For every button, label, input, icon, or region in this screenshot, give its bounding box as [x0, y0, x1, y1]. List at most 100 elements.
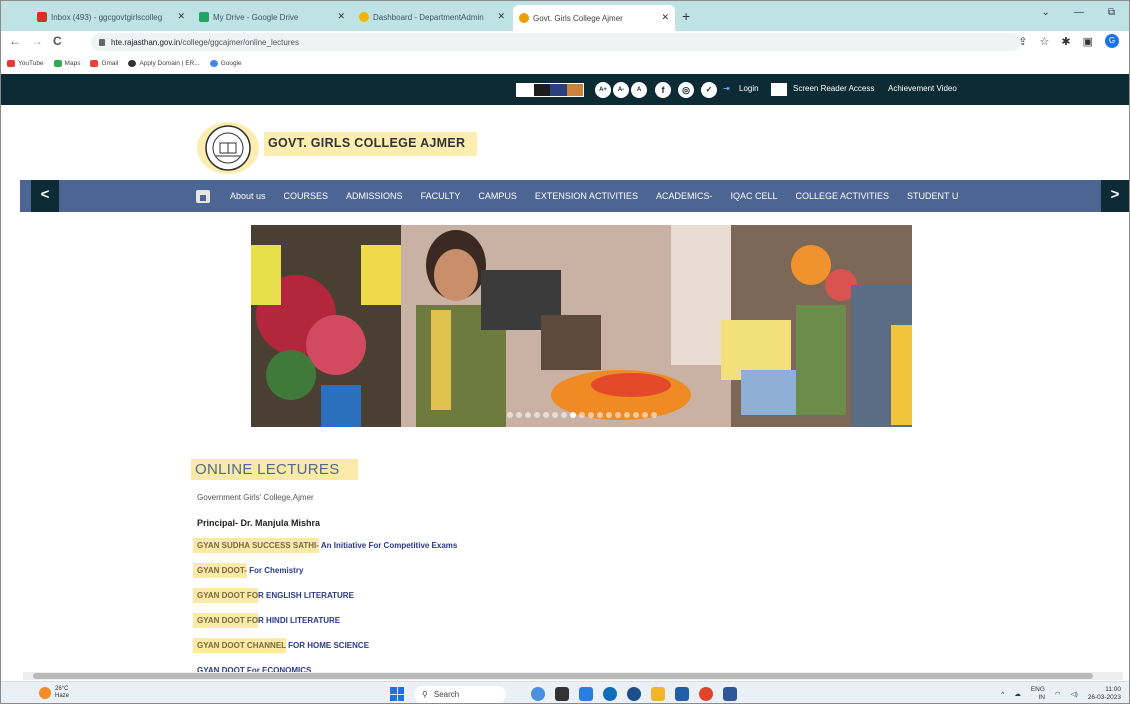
contrast-switcher[interactable] — [516, 83, 584, 97]
font-reset-button[interactable]: A — [631, 82, 647, 98]
bookmark-apply-domain[interactable]: Apply Domain | ER... — [128, 59, 200, 67]
close-icon[interactable]: ✕ — [337, 11, 345, 22]
forward-icon[interactable]: → — [31, 34, 43, 48]
extensions-icon[interactable]: ✱ — [1061, 35, 1070, 48]
tab-drive[interactable]: My Drive - Google Drive ✕ — [193, 7, 351, 27]
contrast-white[interactable] — [517, 84, 534, 96]
new-tab-button[interactable]: + — [682, 8, 690, 24]
lecture-link[interactable]: GYAN SUDHA SUCCESS SATHI- An Initiative … — [193, 538, 457, 553]
college-name[interactable]: GOVT. GIRLS COLLEGE AJMER — [264, 132, 478, 156]
star-icon[interactable]: ☆ — [1040, 35, 1050, 48]
slider-dot[interactable] — [587, 412, 594, 418]
achievement-video-link[interactable]: Achievement Video — [888, 84, 957, 93]
minimize-icon[interactable]: — — [1074, 7, 1084, 18]
tab-college[interactable]: Govt. Girls College Ajmer ✕ — [513, 5, 675, 31]
slider-dot[interactable] — [515, 412, 522, 418]
restore-icon[interactable]: ⧉ — [1108, 7, 1115, 18]
slider-dot-active[interactable] — [569, 412, 576, 418]
nav-item-admissions[interactable]: ADMISSIONS — [346, 191, 403, 201]
volume-icon[interactable]: ◁) — [1071, 690, 1078, 698]
share-icon[interactable]: ⇪ — [1018, 35, 1027, 48]
facebook-icon[interactable]: f — [655, 82, 671, 98]
contrast-blue[interactable] — [550, 84, 567, 96]
font-increase-button[interactable]: A+ — [595, 82, 611, 98]
teams-app-icon[interactable] — [579, 687, 593, 701]
slider-dot[interactable] — [605, 412, 612, 418]
slider-dot[interactable] — [506, 412, 513, 418]
language: ENG — [1030, 686, 1045, 693]
chrome-app-icon[interactable] — [699, 687, 713, 701]
twitter-icon[interactable]: ✓ — [701, 82, 717, 98]
taskbar-search[interactable]: ⚲ Search — [414, 686, 506, 703]
horizontal-scrollbar[interactable] — [23, 672, 1123, 680]
image-slider[interactable] — [251, 225, 912, 427]
nav-item-courses[interactable]: COURSES — [284, 191, 329, 201]
close-icon[interactable]: ✕ — [497, 11, 505, 22]
lecture-link[interactable]: GYAN DOOT CHANNEL FOR HOME SCIENCE — [193, 638, 369, 653]
chevron-up-icon[interactable]: ^ — [1001, 691, 1004, 698]
nav-prev-button[interactable]: < — [31, 180, 59, 212]
scrollbar-thumb[interactable] — [33, 673, 1093, 679]
lecture-link[interactable]: GYAN DOOT- For Chemistry — [193, 563, 303, 578]
edge-app-icon[interactable] — [603, 687, 617, 701]
font-decrease-button[interactable]: A- — [613, 82, 629, 98]
nav-item-student[interactable]: STUDENT U — [907, 191, 958, 201]
screen-reader-link[interactable]: Screen Reader Access — [793, 84, 874, 93]
close-icon[interactable]: ✕ — [661, 12, 669, 23]
address-bar[interactable]: hte.rajasthan.gov.in /college/ggcajmer/o… — [91, 33, 1021, 51]
slider-dot[interactable] — [560, 412, 567, 418]
clock[interactable]: 11:00 26-03-2023 — [1088, 686, 1121, 702]
wifi-icon[interactable]: ◠ — [1055, 690, 1061, 698]
back-icon[interactable]: ← — [9, 34, 21, 48]
bookmark-youtube[interactable]: YouTube — [7, 59, 44, 67]
slider-dot[interactable] — [596, 412, 603, 418]
contrast-black[interactable] — [533, 84, 550, 96]
slider-dot[interactable] — [542, 412, 549, 418]
instagram-icon[interactable]: ◎ — [678, 82, 694, 98]
nav-item-iqac[interactable]: IQAC CELL — [730, 191, 777, 201]
weather-icon[interactable] — [39, 687, 51, 699]
file-explorer-icon[interactable] — [651, 687, 665, 701]
nav-item-about[interactable]: About us — [230, 191, 266, 201]
bookmark-gmail[interactable]: Gmail — [90, 59, 118, 67]
lecture-link[interactable]: GYAN DOOT FOR HINDI LITERATURE — [193, 613, 340, 628]
word-app-icon[interactable] — [723, 687, 737, 701]
slider-dot[interactable] — [533, 412, 540, 418]
tab-gmail[interactable]: Inbox (493) - ggcgovtgirlscolleg ✕ — [31, 7, 191, 27]
task-view-icon[interactable] — [555, 687, 569, 701]
nav-item-extension[interactable]: EXTENSION ACTIVITIES — [535, 191, 638, 201]
contrast-orange[interactable] — [566, 84, 583, 96]
reload-icon[interactable]: C — [53, 34, 62, 48]
weather-widget[interactable]: 26°C Haze — [55, 686, 69, 700]
nav-item-faculty[interactable]: FACULTY — [421, 191, 461, 201]
profile-avatar[interactable]: G — [1105, 34, 1119, 48]
slider-dot[interactable] — [641, 412, 648, 418]
slider-dot[interactable] — [632, 412, 639, 418]
dell-app-icon[interactable] — [627, 687, 641, 701]
nav-item-campus[interactable]: CAMPUS — [478, 191, 517, 201]
nav-next-button[interactable]: > — [1101, 180, 1129, 212]
cloud-icon[interactable]: ☁ — [1014, 690, 1021, 698]
windows-start-icon[interactable] — [390, 687, 404, 701]
slider-dot[interactable] — [578, 412, 585, 418]
language-indicator[interactable]: ENG IN — [1031, 686, 1045, 702]
chevron-down-icon[interactable]: ⌄ — [1041, 7, 1049, 18]
store-app-icon[interactable] — [675, 687, 689, 701]
tab-dashboard[interactable]: Dashboard - DepartmentAdmin ✕ — [353, 7, 511, 27]
slider-dot[interactable] — [614, 412, 621, 418]
login-link[interactable]: Login — [739, 84, 759, 93]
sidepanel-icon[interactable]: ▣ — [1083, 35, 1093, 48]
slider-dot[interactable] — [623, 412, 630, 418]
home-icon[interactable] — [196, 189, 210, 203]
nav-item-college-activities[interactable]: COLLEGE ACTIVITIES — [796, 191, 890, 201]
widgets-app-icon[interactable] — [531, 687, 545, 701]
lecture-link[interactable]: GYAN DOOT FOR ENGLISH LITERATURE — [193, 588, 354, 603]
bookmark-maps[interactable]: Maps — [53, 59, 80, 67]
bookmark-google[interactable]: Google — [209, 59, 242, 67]
close-icon[interactable]: ✕ — [177, 11, 185, 22]
slider-dot[interactable] — [524, 412, 531, 418]
slider-dot[interactable] — [551, 412, 558, 418]
college-logo[interactable] — [196, 121, 260, 175]
nav-item-academics[interactable]: ACADEMICS- — [656, 191, 713, 201]
slider-dot[interactable] — [650, 412, 657, 418]
